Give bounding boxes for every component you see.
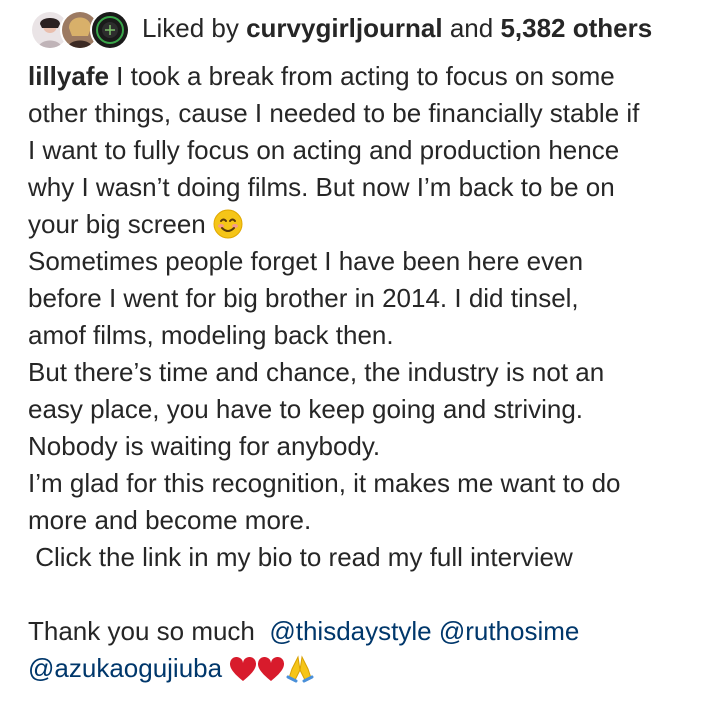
post-caption: lillyafe I took a break from acting to f… bbox=[28, 58, 708, 687]
red-heart-emoji-icon bbox=[229, 657, 257, 683]
caption-text: I took a break from acting to focus on s… bbox=[108, 61, 615, 91]
caption-line: But there’s time and chance, the industr… bbox=[28, 357, 605, 387]
mention-link[interactable]: @thisdaystyle bbox=[269, 616, 431, 646]
caption-line: lillyafe I took a break from acting to f… bbox=[28, 58, 708, 95]
caption-line: before I went for big brother in 2014. I… bbox=[28, 283, 579, 313]
caption-line: easy place, you have to keep going and s… bbox=[28, 394, 584, 424]
red-heart-emoji-icon bbox=[257, 657, 285, 683]
likes-prefix: Liked by bbox=[142, 12, 239, 43]
caption-text: your big screen bbox=[28, 209, 213, 239]
caption-line: amof films, modeling back then. bbox=[28, 320, 394, 350]
caption-line: other things, cause I needed to be finan… bbox=[28, 98, 640, 128]
avatar[interactable] bbox=[90, 10, 130, 50]
caption-line: your big screen bbox=[28, 206, 708, 243]
caption-line: Sometimes people forget I have been here… bbox=[28, 246, 584, 276]
folded-hands-emoji-icon bbox=[285, 653, 315, 683]
caption-line: why I wasn’t doing films. But now I’m ba… bbox=[28, 172, 615, 202]
caption-line: Click the link in my bio to read my full… bbox=[28, 542, 573, 572]
mention-link[interactable]: @azukaogujiuba bbox=[28, 653, 222, 683]
liker-username[interactable]: curvygirljournal bbox=[246, 13, 443, 43]
caption-line: Thank you so much @thisdaystyle @ruthosi… bbox=[28, 613, 708, 650]
caption-line: @azukaogujiuba bbox=[28, 650, 708, 687]
caption-line: Nobody is waiting for anybody. bbox=[28, 431, 381, 461]
liker-avatars[interactable] bbox=[30, 8, 130, 50]
caption-line: more and become more. bbox=[28, 505, 312, 535]
smiling-face-emoji-icon bbox=[213, 209, 243, 239]
likes-and: and bbox=[449, 12, 494, 43]
caption-line: I’m glad for this recognition, it makes … bbox=[28, 468, 621, 498]
likes-count[interactable]: 5,382 others bbox=[500, 13, 652, 43]
caption-username[interactable]: lillyafe bbox=[28, 61, 109, 91]
caption-line: I want to fully focus on acting and prod… bbox=[28, 135, 620, 165]
mention-link[interactable]: @ruthosime bbox=[439, 616, 580, 646]
likes-row: Liked by curvygirljournal and 5,382 othe… bbox=[30, 8, 652, 50]
caption-text: Thank you so much bbox=[28, 616, 270, 646]
likes-summary: Liked by curvygirljournal and 5,382 othe… bbox=[142, 13, 652, 44]
